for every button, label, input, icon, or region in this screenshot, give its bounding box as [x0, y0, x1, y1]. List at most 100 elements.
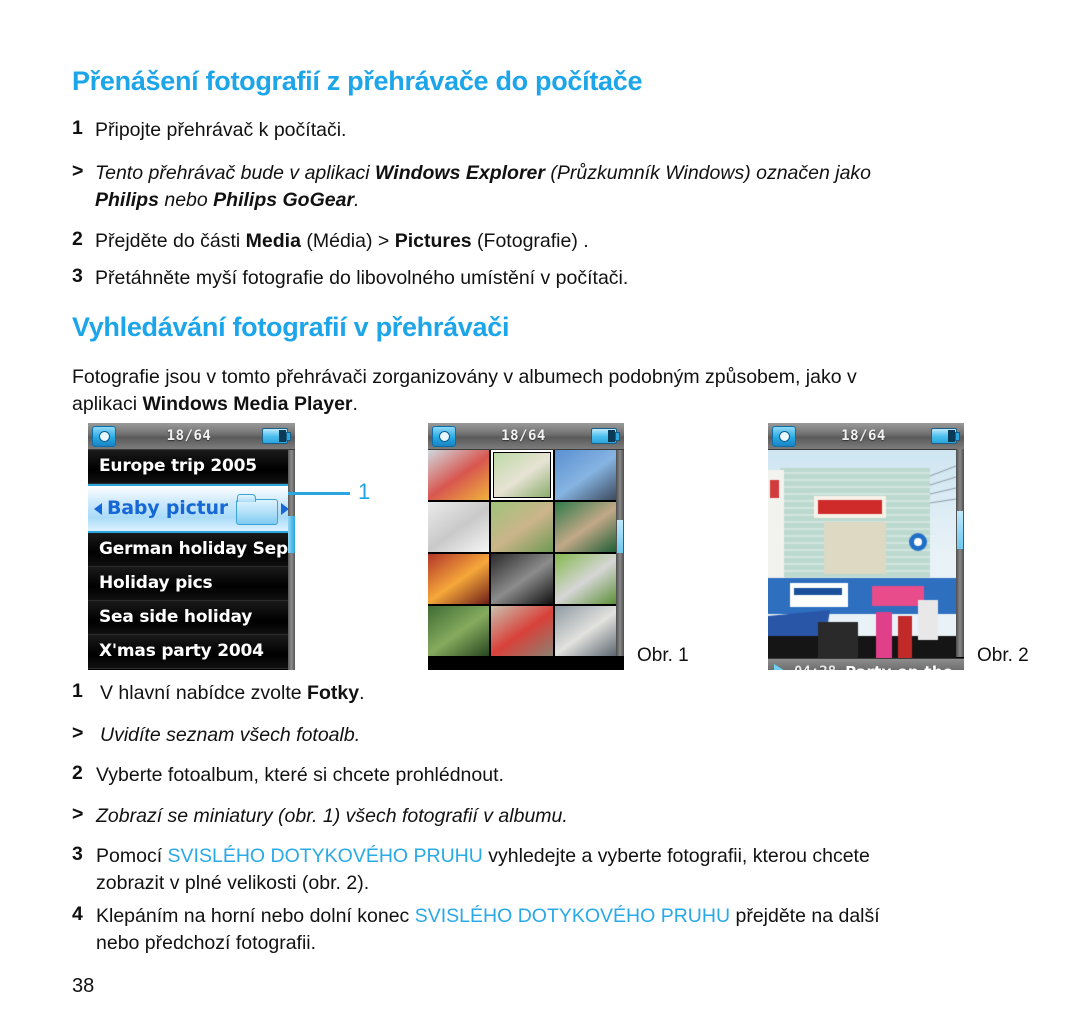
figure-caption-2: Obr. 2 [977, 645, 1029, 666]
list-item[interactable]: Holiday pics [88, 567, 295, 601]
playback-bar[interactable]: 04:28 Party on the [768, 658, 964, 670]
browse-step-2-number: 2 [72, 762, 83, 784]
photo-scrollbar[interactable] [956, 449, 964, 657]
browse-step1-part-2: . [359, 682, 365, 704]
browse-step4-part-2: přejděte na další [730, 905, 880, 927]
thumbnail-cell[interactable] [428, 450, 490, 500]
browse-step-1-text: V hlavní nabídce zvolte Fotky. [100, 680, 900, 707]
browse-step1-part-1: V hlavní nabídce zvolte [100, 682, 308, 704]
list-item-selected[interactable]: Baby pictur [88, 484, 295, 533]
grid-statusbar: 18/64 [428, 423, 624, 450]
scrollbar-thumb[interactable] [288, 515, 295, 553]
battery-icon [931, 428, 960, 444]
page-title-transfer: Přenášení fotografií z přehrávače do poč… [72, 66, 643, 96]
thumbnail-grid[interactable] [428, 450, 616, 656]
browse-step4-part-1: Klepáním na horní nebo dolní konec [96, 905, 415, 927]
browse-step3-part-2: vyhledejte a vyberte fotografii, kterou … [482, 845, 870, 867]
page-number: 38 [72, 975, 95, 997]
thumbnail-cell[interactable] [554, 606, 616, 656]
thumbnail-cell[interactable] [491, 502, 553, 552]
grid-count: 18/64 [501, 428, 546, 444]
transfer-step-2-number: 2 [72, 228, 83, 250]
browse-step3-part-1: Pomocí [96, 845, 168, 867]
browse-step-4-number: 4 [72, 903, 83, 925]
device-screen-album-list[interactable]: 18/64 Europe trip 2005 Baby pictur Germa… [88, 423, 295, 670]
list-item[interactable]: X'mas party 2004 [88, 635, 295, 669]
device-screen-full-photo[interactable]: 18/64 04:28 Party on the [768, 423, 964, 670]
browse-intro-line-2b: . [352, 393, 358, 415]
camera-icon [432, 425, 456, 447]
browse-note-1-text: Uvidíte seznam všech fotoalb. [100, 724, 361, 746]
battery-icon [591, 428, 620, 444]
scrollbar-thumb[interactable] [957, 511, 963, 549]
list-item[interactable]: Sea side holiday [88, 601, 295, 635]
transfer-step-2-text: Přejděte do části Media (Média) > Pictur… [95, 228, 945, 255]
list-item-label: Baby pictur [107, 497, 229, 519]
browse-note-1-marker: > [72, 722, 84, 744]
battery-icon [262, 428, 291, 444]
camera-icon [772, 425, 796, 447]
browse-step-1-number: 1 [72, 680, 83, 702]
manual-page: Přenášení fotografií z přehrávače do poč… [0, 0, 1080, 1036]
thumbnail-cell[interactable] [554, 450, 616, 500]
thumbnail-cell[interactable] [428, 606, 490, 656]
callout-label-1: 1 [358, 479, 371, 504]
step2-bold-pictures: Pictures [394, 230, 472, 252]
photo-statusbar: 18/64 [768, 423, 964, 450]
transfer-step-3-number: 3 [72, 265, 83, 287]
page-title-browse: Vyhledávání fotografií v přehrávači [72, 312, 510, 342]
camera-icon [92, 425, 116, 447]
chevron-left-icon[interactable] [94, 502, 102, 515]
album-list-count: 18/64 [166, 428, 212, 444]
step2-part-1: Přejděte do části [95, 230, 246, 252]
note-bold-philips-gogear: Philips GoGear [213, 189, 355, 211]
step2-bold-media: Media [245, 230, 301, 252]
list-item[interactable]: Europe trip 2005 [88, 450, 295, 484]
browse-step-2-text: Vyberte fotoalbum, které si chcete prohl… [96, 764, 504, 786]
browse-step3-line-2: zobrazit v plné velikosti (obr. 2). [96, 872, 370, 894]
note-bold-philips: Philips [95, 189, 159, 211]
browse-step1-bold-fotky: Fotky [307, 682, 360, 704]
thumbnail-cell[interactable] [428, 554, 490, 604]
browse-step-4-text: Klepáním na horní nebo dolní konec SVISL… [96, 903, 1026, 957]
note-text-part-2: (Průzkumník Windows) označen jako [544, 162, 872, 184]
note-text-part-3: nebo [158, 189, 214, 211]
browse-intro-bold-wmp: Windows Media Player [142, 393, 353, 415]
grid-scrollbar[interactable] [616, 450, 624, 656]
thumbnail-grid-wrapper [428, 450, 624, 656]
album-list-scrollbar[interactable] [288, 450, 295, 670]
thumbnail-cell-selected[interactable] [491, 450, 553, 500]
step2-part-3: (Fotografie) . [471, 230, 589, 252]
browse-note-2-marker: > [72, 803, 84, 825]
browse-intro-line-1: Fotografie jsou v tomto přehrávači zorga… [72, 366, 857, 388]
list-item[interactable]: German holiday Sep1 [88, 533, 295, 567]
callout-leader-line [288, 492, 350, 495]
scrollbar-thumb[interactable] [617, 520, 623, 553]
thumbnail-cell[interactable] [554, 554, 616, 604]
thumbnail-cell[interactable] [491, 606, 553, 656]
playback-time: 04:28 [794, 664, 836, 670]
photo-count: 18/64 [841, 428, 886, 444]
transfer-step-3-text: Přetáhněte myší fotografie do libovolnéh… [95, 267, 629, 289]
play-icon[interactable] [774, 664, 787, 670]
figure-caption-1: Obr. 1 [637, 645, 689, 666]
browse-step4-line-2: nebo předchozí fotografii. [96, 932, 317, 954]
transfer-step-1-text: Připojte přehrávač k počítači. [95, 119, 347, 141]
thumbnail-cell[interactable] [428, 502, 490, 552]
note-text-part-1: Tento přehrávač bude v aplikaci [95, 162, 376, 184]
album-list-statusbar: 18/64 [88, 423, 295, 450]
album-list[interactable]: Europe trip 2005 Baby pictur German holi… [88, 450, 295, 670]
step2-part-2: (Média) > [300, 230, 395, 252]
transfer-note-marker: > [72, 160, 84, 182]
full-photo-image[interactable] [768, 450, 964, 658]
browse-step-3-text: Pomocí SVISLÉHO DOTYKOVÉHO PRUHU vyhlede… [96, 843, 1026, 897]
browse-step3-highlight: SVISLÉHO DOTYKOVÉHO PRUHU [167, 845, 483, 867]
thumbnail-cell[interactable] [491, 554, 553, 604]
thumbnail-cell[interactable] [554, 502, 616, 552]
folder-icon [236, 494, 279, 525]
browse-intro-text: Fotografie jsou v tomto přehrávači zorga… [72, 364, 1002, 418]
transfer-note-text: Tento přehrávač bude v aplikaci Windows … [95, 160, 995, 214]
note-text-part-4: . [354, 189, 360, 211]
device-screen-thumbnail-grid[interactable]: 18/64 [428, 423, 624, 670]
transfer-step-1-number: 1 [72, 117, 83, 139]
